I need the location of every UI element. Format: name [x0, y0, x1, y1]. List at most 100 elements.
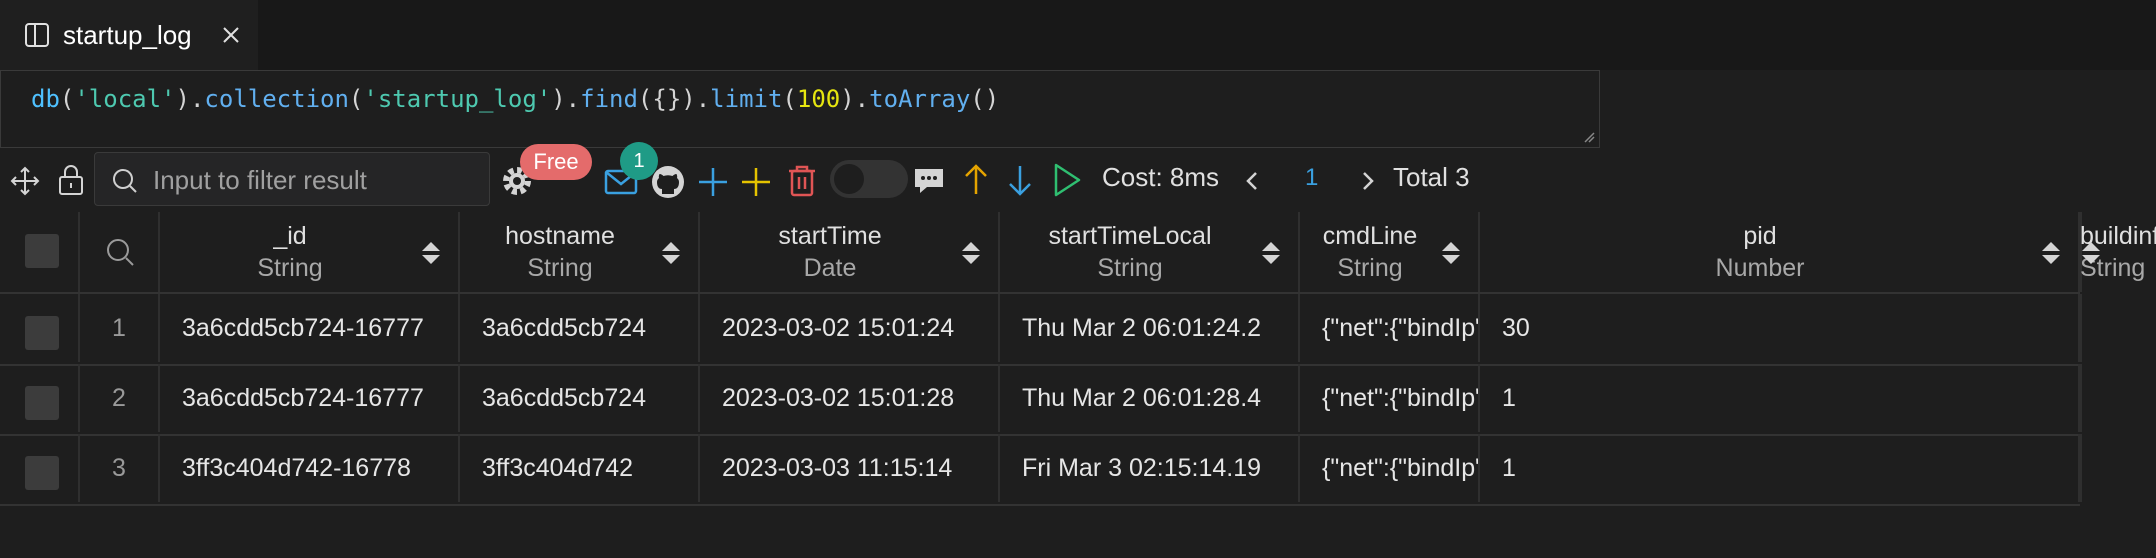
column-header-cmdLine[interactable]: cmdLine String — [1300, 212, 1480, 292]
cell-value: 3a6cdd5cb724 — [482, 384, 647, 412]
cell-value: 2023-03-03 11:15:14 — [722, 454, 953, 482]
cell-pid[interactable]: 1 — [1480, 434, 2080, 502]
resize-handle-icon[interactable] — [1583, 131, 1595, 143]
cell-buildinfo[interactable]: {"version":"6.0.2","gitV — [2080, 364, 2082, 432]
cell-startTime[interactable]: 2023-03-02 15:01:28 — [700, 364, 1000, 432]
code-token: 'local' — [74, 85, 176, 113]
close-icon[interactable] — [218, 22, 244, 48]
table-row[interactable]: 2 3a6cdd5cb724-16777 3a6cdd5cb724 2023-03-0… — [0, 364, 2082, 434]
sort-icon[interactable] — [2080, 240, 2102, 266]
add-document-icon[interactable] — [740, 166, 772, 198]
row-checkbox[interactable] — [25, 456, 59, 490]
query-code[interactable]: db('local').collection('startup_log').fi… — [31, 85, 999, 113]
column-search-icon[interactable] — [104, 236, 136, 268]
column-name: _id — [273, 222, 307, 250]
filter-box — [94, 152, 490, 206]
code-token: ). — [840, 85, 870, 113]
sort-icon[interactable] — [960, 240, 982, 266]
github-icon[interactable] — [650, 164, 686, 200]
cell-startTime[interactable]: 2023-03-02 15:01:24 — [700, 294, 1000, 362]
column-type: Number — [1715, 254, 1805, 282]
cell-value: 1 — [1502, 384, 1516, 412]
view-toggle[interactable] — [830, 160, 908, 198]
table-row[interactable]: 3 3ff3c404d742-16778 3ff3c404d742 2023-03-0… — [0, 434, 2082, 504]
cell-buildinfo[interactable]: {"version":"6.0.2","gitV — [2080, 294, 2082, 362]
column-header-pid[interactable]: pid Number — [1480, 212, 2080, 292]
cell-startTime[interactable]: 2023-03-03 11:15:14 — [700, 434, 1000, 502]
add-icon[interactable] — [697, 166, 729, 198]
sort-icon[interactable] — [420, 240, 442, 266]
code-token: ( — [782, 85, 797, 113]
tab-bar: startup_log — [0, 0, 2156, 70]
row-index: 2 — [112, 384, 126, 412]
code-token: find — [580, 85, 638, 113]
lock-icon[interactable] — [56, 164, 86, 196]
cell-startTimeLocal[interactable]: Fri Mar 3 02:15:14.19 — [1000, 434, 1300, 502]
cell-id[interactable]: 3a6cdd5cb724-16777 — [160, 294, 460, 362]
cell-id[interactable]: 3a6cdd5cb724-16777 — [160, 364, 460, 432]
row-checkbox[interactable] — [25, 316, 59, 350]
code-token: db — [31, 85, 60, 113]
cell-buildinfo[interactable]: {"version":"6.0.2","gitV — [2080, 434, 2082, 502]
cell-value: 3ff3c404d742 — [482, 454, 634, 482]
cell-value: 2023-03-02 15:01:28 — [722, 384, 955, 412]
tab-startup-log[interactable]: startup_log — [0, 0, 258, 70]
run-icon[interactable] — [1052, 162, 1082, 198]
code-token: ). — [551, 85, 581, 113]
select-all-header — [0, 212, 80, 292]
cell-value: Thu Mar 2 06:01:24.2 — [1022, 314, 1262, 342]
row-select-cell — [0, 294, 80, 362]
column-type: String — [257, 254, 323, 282]
cell-cmdLine[interactable]: {"net":{"bindIp":"127.0 — [1300, 294, 1480, 362]
cell-hostname[interactable]: 3ff3c404d742 — [460, 434, 700, 502]
move-icon[interactable] — [10, 166, 40, 196]
cell-hostname[interactable]: 3a6cdd5cb724 — [460, 294, 700, 362]
cell-value: {"net":{"bindIp":"*"},"s — [1322, 384, 1478, 412]
code-token: toArray — [869, 85, 971, 113]
index-header — [80, 212, 160, 292]
code-token: () — [970, 85, 1000, 113]
table-row[interactable]: 1 3a6cdd5cb724-16777 3a6cdd5cb724 2023-03-0… — [0, 294, 2082, 364]
cell-pid[interactable]: 1 — [1480, 364, 2080, 432]
query-editor[interactable]: db('local').collection('startup_log').fi… — [0, 70, 1600, 148]
row-index: 1 — [112, 314, 126, 342]
filter-input[interactable] — [151, 161, 475, 199]
column-header-startTimeLocal[interactable]: startTimeLocal String — [1000, 212, 1300, 292]
delete-icon[interactable] — [786, 164, 818, 198]
sort-icon[interactable] — [1260, 240, 1282, 266]
row-checkbox[interactable] — [25, 386, 59, 420]
row-select-cell — [0, 364, 80, 432]
query-cost: Cost: 8ms — [1102, 162, 1220, 192]
cell-value: 3a6cdd5cb724-16777 — [182, 384, 424, 412]
column-type: String — [1097, 254, 1163, 282]
sort-icon[interactable] — [2040, 240, 2062, 266]
cell-value: {"net":{"bindIp":"*"},"s — [1322, 454, 1478, 482]
column-header-id[interactable]: _id String — [160, 212, 460, 292]
cell-cmdLine[interactable]: {"net":{"bindIp":"*"},"s — [1300, 364, 1480, 432]
cell-pid[interactable]: 30 — [1480, 294, 2080, 362]
sort-icon[interactable] — [1440, 240, 1462, 266]
cell-cmdLine[interactable]: {"net":{"bindIp":"*"},"s — [1300, 434, 1480, 502]
chevron-right-icon[interactable] — [1360, 170, 1376, 192]
page-number[interactable]: 1 — [1305, 164, 1318, 192]
comment-icon[interactable] — [912, 166, 946, 196]
column-header-buildinfo[interactable]: buildinfoString — [2080, 212, 2156, 292]
arrow-up-icon[interactable] — [962, 162, 990, 196]
cell-startTimeLocal[interactable]: Thu Mar 2 06:01:28.4 — [1000, 364, 1300, 432]
column-type: String — [527, 254, 593, 282]
code-token: ( — [348, 85, 364, 113]
select-all-checkbox[interactable] — [25, 234, 59, 268]
cell-id[interactable]: 3ff3c404d742-16778 — [160, 434, 460, 502]
cell-startTimeLocal[interactable]: Thu Mar 2 06:01:24.2 — [1000, 294, 1300, 362]
column-type: String — [1337, 254, 1403, 282]
column-header-startTime[interactable]: startTime Date — [700, 212, 1000, 292]
sort-icon[interactable] — [660, 240, 682, 266]
row-divider — [0, 504, 2080, 506]
column-header-hostname[interactable]: hostname String — [460, 212, 700, 292]
toggle-knob — [834, 164, 864, 194]
cell-value: {"net":{"bindIp":"127.0 — [1322, 314, 1478, 342]
cell-value: 3a6cdd5cb724-16777 — [182, 314, 424, 342]
cell-hostname[interactable]: 3a6cdd5cb724 — [460, 364, 700, 432]
chevron-left-icon[interactable] — [1244, 170, 1260, 192]
arrow-down-icon[interactable] — [1006, 164, 1034, 198]
